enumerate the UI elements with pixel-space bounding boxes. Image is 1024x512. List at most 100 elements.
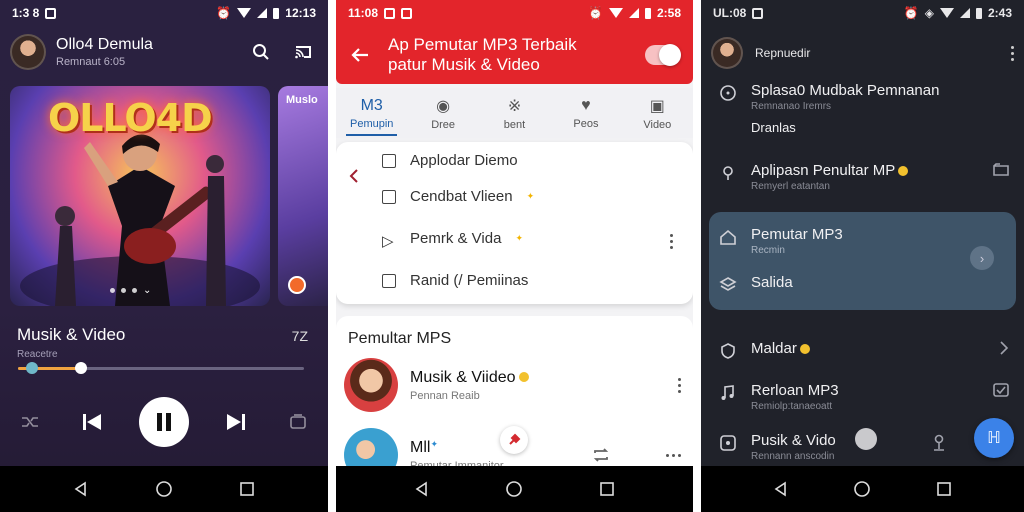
status-bar: 1:3 8 ⏰ 12:13 xyxy=(0,0,328,26)
wifi-icon xyxy=(939,8,954,18)
chevron-right-icon[interactable]: › xyxy=(970,246,994,270)
back-icon[interactable] xyxy=(73,481,89,497)
drawer-item-subtitle: Remyerl eatantan xyxy=(751,181,830,192)
back-arrow-icon[interactable] xyxy=(350,46,370,64)
drawer-item-label: Splasa0 Mudbak Pemnanan xyxy=(751,82,940,99)
menu-item[interactable]: Applodar Diemo xyxy=(382,152,518,169)
tab-dree[interactable]: ◉ Dree xyxy=(407,88,478,138)
toggle-switch[interactable] xyxy=(645,44,681,66)
pin-icon xyxy=(509,433,521,445)
shield-icon xyxy=(721,343,735,359)
queue-icon[interactable] xyxy=(283,407,313,437)
signal-icon xyxy=(628,8,639,18)
drawer-item[interactable]: Maldar xyxy=(719,340,1010,360)
folder-icon[interactable] xyxy=(992,162,1010,178)
track-subtitle: Reacetre xyxy=(17,349,58,360)
heart-icon: ♥ xyxy=(581,96,591,114)
pause-button[interactable] xyxy=(139,397,189,447)
drawer-item[interactable]: Aplipasn Penultar MP Remyerl eatantan xyxy=(719,162,1010,192)
tab-label: Peos xyxy=(573,117,599,130)
system-nav-bar xyxy=(336,466,693,512)
page-title: Ollo4 Demula xyxy=(56,36,153,53)
menu-item[interactable]: Cendbat Vlieen ✦ xyxy=(382,188,534,205)
app-bar: Ap Pemutar MP3 Terbaik patur Musik & Vid… xyxy=(336,26,693,84)
avatar[interactable] xyxy=(10,34,46,70)
layers-icon xyxy=(719,277,737,291)
key-icon[interactable] xyxy=(931,434,947,452)
tab-video[interactable]: ▣ Video xyxy=(622,88,693,138)
search-icon[interactable] xyxy=(246,37,276,67)
track-duration: 7Z xyxy=(291,328,308,344)
more-horiz-icon[interactable] xyxy=(666,453,681,457)
app-title-line-2: patur Musik & Video xyxy=(388,55,540,74)
drawer-item-selected[interactable]: Pemutar MP3 Recmin › Salida xyxy=(709,212,1016,310)
track-title: Musik & Viideo xyxy=(410,369,678,387)
location-icon: ◈ xyxy=(924,6,934,20)
recents-icon[interactable] xyxy=(239,481,255,497)
album-logo: OLLO4D xyxy=(48,96,213,140)
seek-handle[interactable] xyxy=(74,362,87,374)
avatar[interactable] xyxy=(711,37,743,69)
repeat-icon[interactable] xyxy=(592,447,610,463)
pin-button[interactable] xyxy=(500,426,528,454)
notification-icon xyxy=(401,7,413,19)
list-item[interactable]: Musik & Viideo Pennan Reaib xyxy=(344,358,681,412)
tab-label: bent xyxy=(503,118,526,131)
tab-label: Dree xyxy=(431,118,456,131)
check-box-icon[interactable] xyxy=(992,382,1010,398)
signal-icon xyxy=(257,8,268,18)
tab-peos[interactable]: ♥ Peos xyxy=(550,88,621,138)
status-clock: 2:58 xyxy=(656,6,681,20)
menu-item[interactable]: ▷ Pemrk & Vida ✦ xyxy=(382,230,523,250)
cast-icon[interactable] xyxy=(288,37,318,67)
dropdown-menu: Applodar Diemo Cendbat Vlieen ✦ ▷ Pemrk … xyxy=(336,142,693,304)
user-name: Repnuedir xyxy=(755,46,811,60)
home-icon[interactable] xyxy=(853,480,871,498)
badge-icon xyxy=(288,276,306,294)
seek-marker xyxy=(26,362,38,374)
menu-item[interactable]: Ranid (/ Pemiinas xyxy=(382,272,528,289)
more-vert-icon[interactable] xyxy=(678,377,681,393)
recents-icon[interactable] xyxy=(599,481,615,497)
play-box-icon: ▷ xyxy=(382,232,394,250)
back-icon[interactable] xyxy=(773,481,789,497)
menu-item-label: Pemrk & Vida xyxy=(410,230,502,247)
notification-icon xyxy=(384,7,396,19)
square-dot-icon xyxy=(382,189,396,204)
chevron-down-icon: ⌄ xyxy=(143,285,152,296)
battery-icon xyxy=(644,7,651,19)
skip-previous-icon[interactable] xyxy=(77,407,107,437)
drawer-item[interactable]: Splasa0 Mudbak Pemnanan Remnanao Iremrs … xyxy=(719,82,1010,135)
chevron-right-icon[interactable] xyxy=(998,340,1010,356)
more-vert-icon[interactable] xyxy=(1011,45,1014,61)
pin-badge-icon[interactable] xyxy=(855,428,877,450)
disc-icon: ◉ xyxy=(436,97,451,115)
home-icon[interactable] xyxy=(505,480,523,498)
skip-next-icon[interactable] xyxy=(221,407,251,437)
drawer-item-subtitle: Rennann anscodin xyxy=(751,451,835,462)
drawer-item[interactable]: Pemutar MP3 Recmin xyxy=(719,226,1006,256)
chevron-left-icon[interactable] xyxy=(348,168,360,184)
recents-icon[interactable] xyxy=(936,481,952,497)
app-title-line-1: Ap Pemutar MP3 Terbaik xyxy=(388,35,577,54)
drawer-item-extra: Dranlas xyxy=(751,120,796,135)
tab-label: Pemupin xyxy=(349,117,394,130)
album-art[interactable]: OLLO4D ⌄ xyxy=(10,86,270,306)
drawer-item[interactable]: Salida xyxy=(719,274,1006,294)
system-nav-bar xyxy=(0,466,328,512)
tab-mp3[interactable]: M3 Pemupin xyxy=(336,88,407,138)
home-icon xyxy=(720,229,736,245)
album-art-next[interactable]: Muslo xyxy=(278,86,328,306)
tab-bar: M3 Pemupin ◉ Dree ※ bent ♥ Peos ▣ Video xyxy=(336,88,693,138)
mp3-icon: M3 xyxy=(360,96,383,114)
home-icon[interactable] xyxy=(155,480,173,498)
drawer-item[interactable]: Rerloan MP3 Remiolp:tanaeoatt xyxy=(719,382,1010,412)
back-icon[interactable] xyxy=(414,481,430,497)
play-box-icon xyxy=(720,435,736,451)
add-fab[interactable]: ℍ xyxy=(974,418,1014,458)
pin-icon xyxy=(723,166,733,180)
seek-bar[interactable] xyxy=(18,362,304,374)
more-vert-icon[interactable] xyxy=(670,234,673,249)
shuffle-icon[interactable] xyxy=(15,407,45,437)
tab-bent[interactable]: ※ bent xyxy=(479,88,550,138)
